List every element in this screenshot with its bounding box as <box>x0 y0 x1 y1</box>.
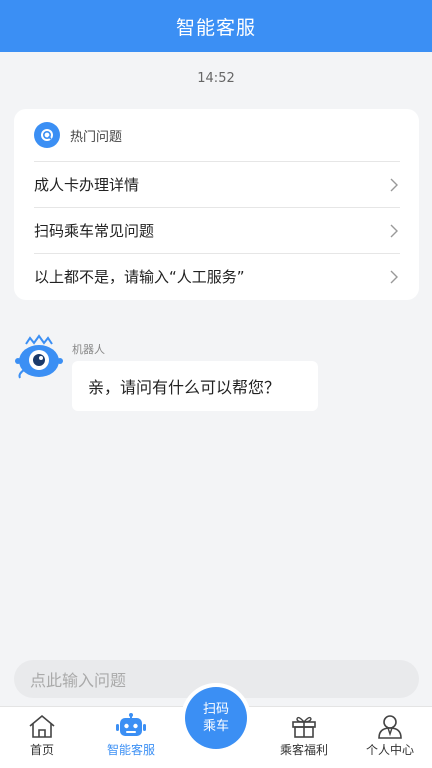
hot-questions-list: 成人卡办理详情 扫码乘车常见问题 以上都不是，请输入“人工服务” <box>34 161 400 299</box>
chevron-right-icon <box>390 270 398 283</box>
tab-label: 智能客服 <box>106 743 155 757</box>
faq-item-scan-ride[interactable]: 扫码乘车常见问题 <box>34 207 400 253</box>
hot-questions-header: 热门问题 <box>14 109 419 161</box>
hot-questions-title: 热门问题 <box>70 129 123 145</box>
home-icon <box>29 714 55 738</box>
faq-item-label: 成人卡办理详情 <box>34 176 140 194</box>
chat-bubble-icon <box>34 122 60 148</box>
app-header: 智能客服 <box>0 0 432 52</box>
hot-questions-card: 热门问题 成人卡办理详情 扫码乘车常见问题 以上都不是，请输入“人工服务” <box>14 109 419 300</box>
chevron-right-icon <box>390 224 398 237</box>
tab-passenger-benefits[interactable]: 乘客福利 <box>270 707 338 768</box>
faq-item-label: 以上都不是，请输入“人工服务” <box>34 268 245 286</box>
tab-label: 乘客福利 <box>279 743 328 757</box>
scan-ride-label-line2: 乘车 <box>202 719 229 734</box>
scan-ride-button-face: 扫码 乘车 <box>185 687 247 749</box>
faq-item-human-service[interactable]: 以上都不是，请输入“人工服务” <box>34 253 400 299</box>
page-title: 智能客服 <box>175 16 256 39</box>
tab-label: 首页 <box>29 743 54 757</box>
tab-home[interactable]: 首页 <box>10 707 74 768</box>
faq-item-label: 扫码乘车常见问题 <box>34 222 155 240</box>
robot-icon <box>116 713 146 736</box>
tab-label: 个人中心 <box>365 743 414 757</box>
faq-item-adult-card[interactable]: 成人卡办理详情 <box>34 161 400 207</box>
scan-ride-label-line1: 扫码 <box>202 702 229 717</box>
chevron-right-icon <box>390 178 398 191</box>
bot-message-bubble: 亲，请问有什么可以帮您？ <box>72 361 318 411</box>
message-timestamp: 14:52 <box>197 71 235 86</box>
robot-avatar-icon <box>15 334 63 379</box>
tab-personal-center[interactable]: 个人中心 <box>356 707 424 768</box>
message-sender: 机器人 <box>72 343 105 356</box>
user-icon <box>378 715 402 739</box>
scan-ride-button[interactable]: 扫码 乘车 <box>181 683 251 753</box>
gift-icon <box>292 716 316 738</box>
tab-smart-service[interactable]: 智能客服 <box>96 707 166 768</box>
